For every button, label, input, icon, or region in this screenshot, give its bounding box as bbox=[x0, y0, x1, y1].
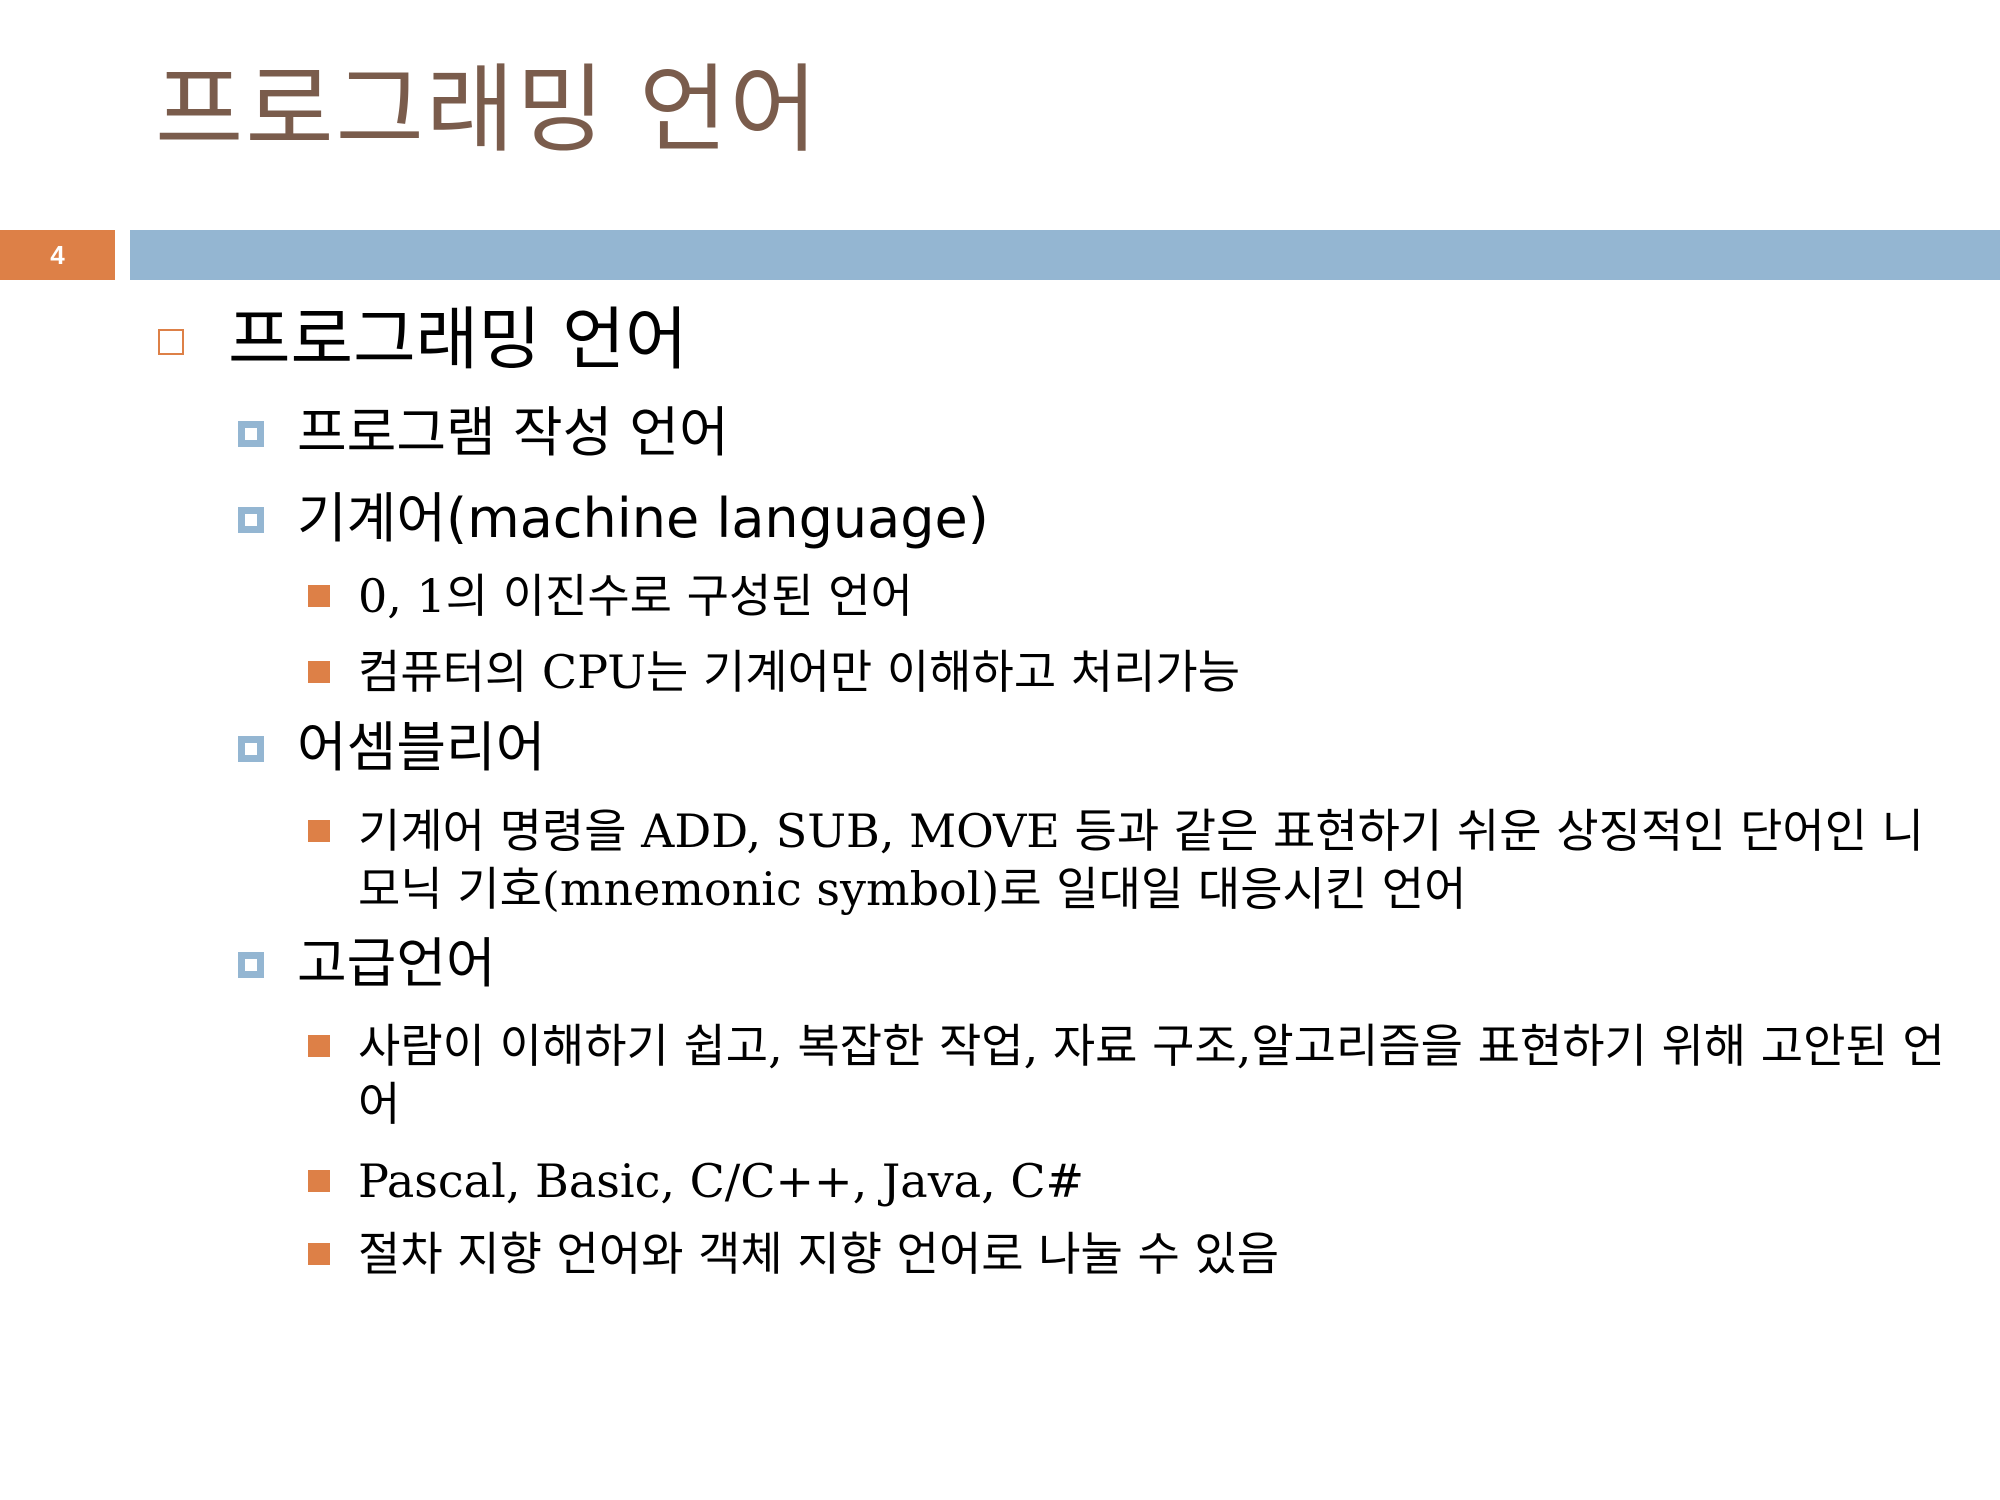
square-bullet-icon bbox=[238, 421, 264, 447]
bullet-text: 0, 1의 이진수로 구성된 언어 bbox=[358, 569, 913, 623]
slide-content: 프로그래밍 언어 프로그램 작성 언어 기계어(machine language… bbox=[0, 0, 2000, 1500]
square-bullet-icon bbox=[238, 952, 264, 978]
bullet-item-level2: 어셈블리어 bbox=[238, 716, 546, 779]
bullet-item-level2: 프로그램 작성 언어 bbox=[238, 401, 729, 464]
hollow-square-bullet-icon bbox=[158, 329, 184, 355]
bullet-text: 프로그래밍 언어 bbox=[228, 301, 688, 380]
square-bullet-icon bbox=[238, 507, 264, 533]
bullet-item-level2: 기계어(machine language) bbox=[238, 487, 989, 550]
filled-square-bullet-icon bbox=[308, 1243, 330, 1265]
bullet-item-level3: 0, 1의 이진수로 구성된 언어 bbox=[308, 568, 913, 626]
bullet-text: 기계어(machine language) bbox=[297, 487, 989, 550]
filled-square-bullet-icon bbox=[308, 585, 330, 607]
filled-square-bullet-icon bbox=[308, 1170, 330, 1192]
bullet-item-level3: 컴퓨터의 CPU는 기계어만 이해하고 처리가능 bbox=[308, 644, 1240, 702]
bullet-item-level3: 사람이 이해하기 쉽고, 복잡한 작업, 자료 구조,알고리즘을 표현하기 위해… bbox=[308, 1018, 1958, 1133]
bullet-item-level3: 절차 지향 언어와 객체 지향 언어로 나눌 수 있음 bbox=[308, 1226, 1279, 1284]
bullet-item-level3: Pascal, Basic, C/C++, Java, C# bbox=[308, 1153, 1084, 1211]
bullet-item-level1: 프로그래밍 언어 bbox=[158, 301, 688, 380]
filled-square-bullet-icon bbox=[308, 1035, 330, 1057]
filled-square-bullet-icon bbox=[308, 661, 330, 683]
bullet-text: 절차 지향 언어와 객체 지향 언어로 나눌 수 있음 bbox=[358, 1227, 1280, 1281]
square-bullet-icon bbox=[238, 736, 264, 762]
bullet-text: 프로그램 작성 언어 bbox=[297, 401, 729, 464]
filled-square-bullet-icon bbox=[308, 820, 330, 842]
bullet-text: Pascal, Basic, C/C++, Java, C# bbox=[358, 1154, 1085, 1208]
bullet-text: 컴퓨터의 CPU는 기계어만 이해하고 처리가능 bbox=[358, 645, 1241, 699]
bullet-text: 어셈블리어 bbox=[297, 716, 546, 779]
bullet-text: 고급언어 bbox=[297, 932, 496, 995]
bullet-item-level2: 고급언어 bbox=[238, 932, 496, 995]
bullet-text: 기계어 명령을 ADD, SUB, MOVE 등과 같은 표현하기 쉬운 상징적… bbox=[358, 804, 1924, 916]
bullet-item-level3: 기계어 명령을 ADD, SUB, MOVE 등과 같은 표현하기 쉬운 상징적… bbox=[308, 803, 1958, 918]
bullet-text: 사람이 이해하기 쉽고, 복잡한 작업, 자료 구조,알고리즘을 표현하기 위해… bbox=[358, 1019, 1945, 1131]
